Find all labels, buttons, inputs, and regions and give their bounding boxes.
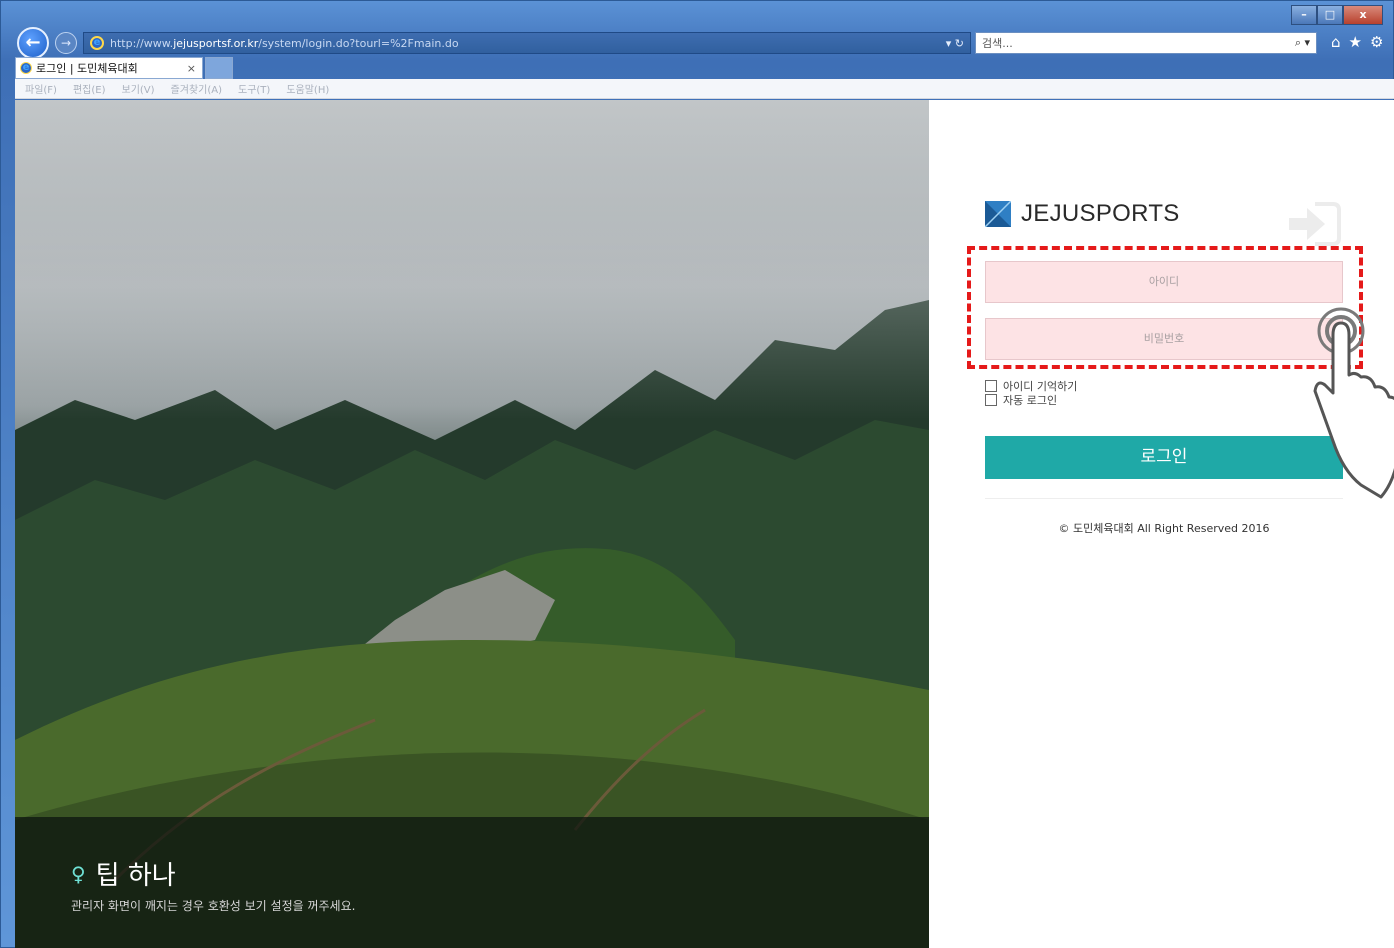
browser-window: – □ x ← → e http://www.jejusportsf.or.kr… [0,0,1394,948]
tip-title-text: 팁 하나 [95,861,176,891]
tab-row: e 로그인 | 도민체육대회 × [15,57,233,79]
ie-favicon-icon: e [90,36,104,50]
browser-toolbar-icons: ⌂ ★ ⚙ [1331,33,1383,51]
back-button[interactable]: ← [17,27,49,59]
settings-gear-icon[interactable]: ⚙ [1370,33,1383,51]
id-input[interactable]: 아이디 [985,261,1343,303]
search-placeholder: 검색... [982,37,1013,50]
url-path: /system/login.do?tourl=%2Fmain.do [258,36,459,50]
maximize-button[interactable]: □ [1317,5,1343,25]
tab-login[interactable]: e 로그인 | 도민체육대회 × [15,57,203,79]
menu-tools[interactable]: 도구(T) [238,81,270,96]
window-caption-controls: – □ x [1291,5,1383,25]
logo-text: JEJUSPORTS [1021,200,1180,227]
search-input[interactable]: 검색... ⌕ ▾ [975,32,1317,54]
divider [985,498,1343,499]
tab-close-icon[interactable]: × [187,62,202,75]
url-prefix: http://www. [110,36,174,50]
password-input[interactable]: 비밀번호 [985,318,1343,360]
logo: JEJUSPORTS [985,200,1180,228]
tab-title: 로그인 | 도민체육대회 [36,62,138,75]
forward-button[interactable]: → [55,32,77,54]
address-bar[interactable]: e http://www.jejusportsf.or.kr/system/lo… [83,32,971,54]
url-domain: jejusportsf.or.kr [173,36,259,50]
menu-help[interactable]: 도움말(H) [286,81,329,96]
ie-favicon-icon: e [20,62,32,74]
sign-in-icon [1289,202,1341,246]
close-window-button[interactable]: x [1343,5,1383,25]
checkbox-icon[interactable] [985,380,997,392]
tip-overlay: ♀ 팁 하나 관리자 화면이 깨지는 경우 호환성 보기 설정을 꺼주세요. [15,817,929,948]
login-button[interactable]: 로그인 [985,436,1343,479]
auto-login-checkbox[interactable]: 자동 로그인 [985,392,1057,408]
copyright: © 도민체육대회 All Right Reserved 2016 [1058,522,1270,535]
logo-mark-icon [985,201,1011,227]
hand-pointer-icon [1313,307,1394,499]
tip-title: ♀ 팁 하나 [71,855,176,892]
login-panel: JEJUSPORTS 아이디 비밀번호 아이디 기억하기 자동 로그인 로그인 … [929,100,1394,948]
tip-text: 관리자 화면이 깨지는 경우 호환성 보기 설정을 꺼주세요. [71,899,356,913]
new-tab-button[interactable] [205,57,233,79]
auto-login-label: 자동 로그인 [1003,394,1058,407]
arrow-right-icon: → [60,36,72,50]
menu-bar: 파일(F) 편집(E) 보기(V) 즐겨찾기(A) 도구(T) 도움말(H) [15,79,1394,99]
minimize-button[interactable]: – [1291,5,1317,25]
menu-view[interactable]: 보기(V) [122,81,155,96]
search-icon[interactable]: ⌕ ▾ [1295,36,1316,50]
refresh-icon[interactable]: ▾ ↻ [946,37,970,50]
favorites-star-icon[interactable]: ★ [1349,33,1362,51]
home-icon[interactable]: ⌂ [1331,33,1341,51]
menu-file[interactable]: 파일(F) [25,81,57,96]
page-content: ♀ 팁 하나 관리자 화면이 깨지는 경우 호환성 보기 설정을 꺼주세요. J… [15,100,1394,948]
hero-landscape-image: ♀ 팁 하나 관리자 화면이 깨지는 경우 호환성 보기 설정을 꺼주세요. [15,100,929,948]
menu-edit[interactable]: 편집(E) [73,81,106,96]
menu-favorites[interactable]: 즐겨찾기(A) [171,81,222,96]
arrow-left-icon: ← [25,32,41,53]
address-url[interactable]: http://www.jejusportsf.or.kr/system/logi… [110,37,459,50]
checkbox-icon[interactable] [985,394,997,406]
lightbulb-icon: ♀ [71,861,86,886]
